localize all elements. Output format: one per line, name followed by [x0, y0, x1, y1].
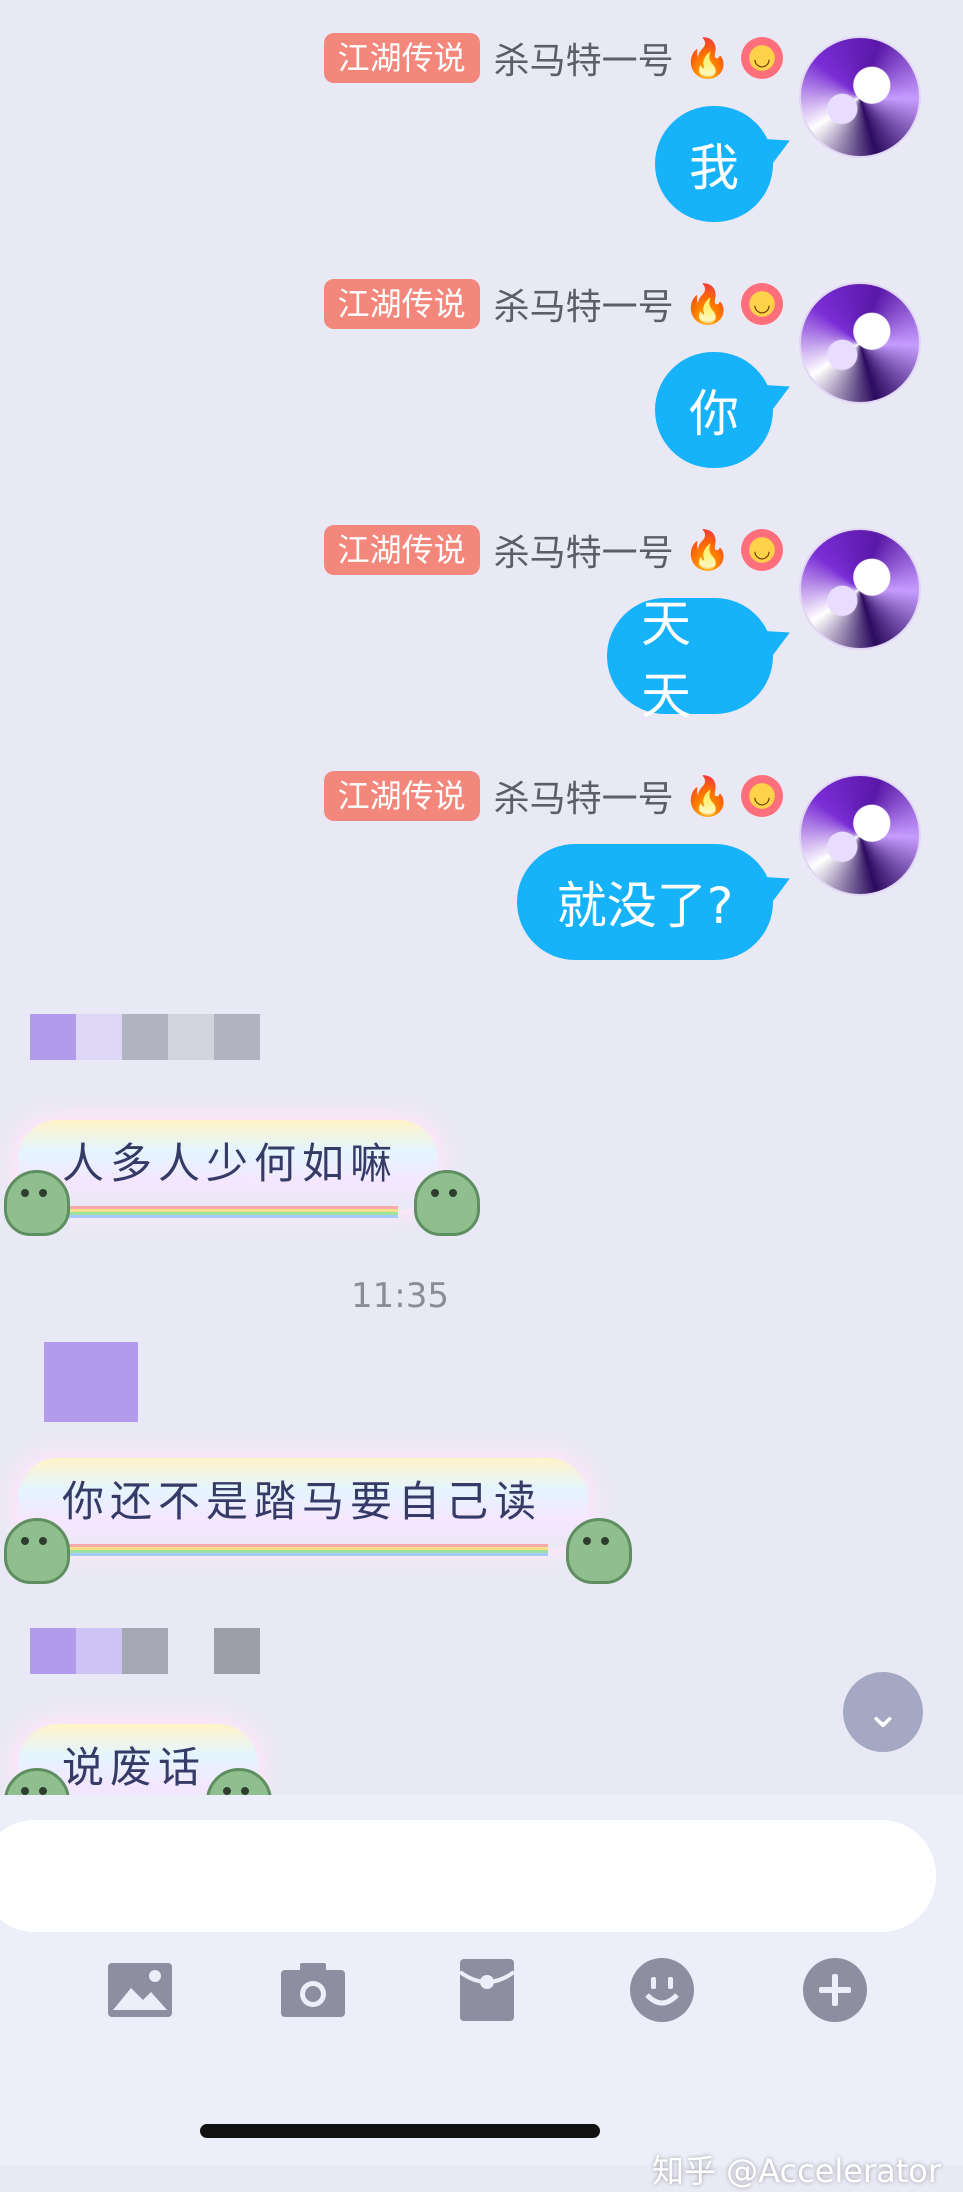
fire-icon: 🔥 — [683, 773, 731, 818]
more-button[interactable] — [800, 1955, 870, 2025]
fire-icon: 🔥 — [683, 35, 731, 80]
redacted-block — [214, 1014, 260, 1060]
sender-meta: 江湖传说 杀马特一号 🔥 ◡ — [323, 32, 783, 84]
redacted-block — [30, 1014, 76, 1060]
message-bubble[interactable]: 我 — [655, 106, 796, 222]
redacted-block — [76, 1014, 122, 1060]
avatar[interactable] — [799, 282, 921, 404]
message-input[interactable] — [0, 1820, 936, 1932]
message-text: 天天 — [641, 595, 691, 725]
bubble-tail — [760, 865, 796, 903]
camera-button[interactable] — [278, 1955, 348, 2025]
redacted-block — [168, 1014, 214, 1060]
message-text: 你 — [689, 385, 739, 443]
title-badge: 江湖传说 — [323, 525, 480, 575]
outgoing-message: 江湖传说 杀马特一号 🔥 ◡ 天天 — [0, 524, 963, 769]
sender-nickname-obscured — [30, 1628, 260, 1674]
redacted-block — [76, 1628, 122, 1674]
sender-nickname-obscured — [30, 1014, 260, 1060]
composer-toolbar — [0, 1955, 963, 2055]
watermark: 知乎 @Accelerator — [651, 2152, 941, 2190]
redacted-block — [122, 1014, 168, 1060]
rainbow-stripe — [58, 1544, 548, 1556]
outgoing-message: 江湖传说 杀马特一号 🔥 ◡ 我 — [0, 32, 963, 277]
dinosaur-sticker-icon — [4, 1170, 70, 1236]
redacted-block — [214, 1628, 260, 1674]
red-packet-button[interactable] — [452, 1955, 522, 2025]
sender-nickname: 杀马特一号 — [493, 287, 674, 328]
smiley-face-icon: ◡ — [741, 37, 783, 79]
fire-icon: 🔥 — [683, 281, 731, 326]
message-text: 你还不是踏马要自己读 — [62, 1477, 543, 1526]
dinosaur-sticker-icon — [566, 1518, 632, 1584]
bubble-tail — [760, 373, 796, 411]
dinosaur-sticker-icon — [4, 1518, 70, 1584]
fire-icon: 🔥 — [683, 527, 731, 572]
red-packet-icon — [459, 1959, 515, 2021]
avatar[interactable] — [799, 528, 921, 650]
sender-nickname: 杀马特一号 — [493, 41, 674, 82]
redacted-block — [122, 1628, 168, 1674]
redacted-block — [30, 1628, 76, 1674]
bubble-tail — [760, 127, 796, 165]
sender-meta: 江湖传说 杀马特一号 🔥 ◡ — [323, 770, 783, 822]
emoji-button[interactable] — [627, 1955, 697, 2025]
title-badge: 江湖传说 — [323, 33, 480, 83]
message-text: 人多人少何如嘛 — [62, 1139, 399, 1188]
dinosaur-sticker-icon — [414, 1170, 480, 1236]
home-indicator[interactable] — [200, 2124, 600, 2138]
smiley-face-icon: ◡ — [741, 529, 783, 571]
outgoing-message: 江湖传说 杀马特一号 🔥 ◡ 就没了? — [0, 770, 963, 1015]
outgoing-message: 江湖传说 杀马特一号 🔥 ◡ 你 — [0, 278, 963, 523]
camera-icon — [281, 1963, 345, 2017]
avatar[interactable] — [799, 774, 921, 896]
message-bubble[interactable]: 你还不是踏马要自己读 — [18, 1458, 588, 1556]
sender-meta: 江湖传说 杀马特一号 🔥 ◡ — [323, 278, 783, 330]
message-bubble[interactable]: 天天 — [607, 595, 796, 725]
composer — [0, 1795, 963, 2165]
incoming-message: 人多人少何如嘛 — [0, 1010, 963, 1236]
timestamp: 11:35 — [351, 1276, 449, 1316]
scroll-to-bottom-button[interactable]: ⌄ — [843, 1672, 923, 1752]
message-text: 说废话 — [62, 1743, 207, 1792]
sender-meta: 江湖传说 杀马特一号 🔥 ◡ — [323, 524, 783, 576]
title-badge: 江湖传说 — [323, 279, 480, 329]
avatar[interactable] — [799, 36, 921, 158]
sender-avatar-obscured — [44, 1342, 138, 1422]
bubble-tail — [760, 619, 796, 657]
message-bubble[interactable]: 就没了? — [517, 844, 796, 960]
plus-icon — [803, 1958, 867, 2022]
image-button[interactable] — [105, 1955, 175, 2025]
smiley-face-icon: ◡ — [741, 283, 783, 325]
message-text: 就没了? — [556, 877, 734, 935]
image-icon — [108, 1963, 172, 2017]
title-badge: 江湖传说 — [323, 771, 480, 821]
chevron-down-icon: ⌄ — [865, 1687, 901, 1737]
message-text: 我 — [689, 139, 739, 197]
rainbow-stripe — [58, 1206, 398, 1218]
incoming-message: 说废话 — [0, 1628, 963, 1795]
incoming-message: 你还不是踏马要自己读 — [0, 1342, 963, 1584]
redacted-block — [168, 1628, 214, 1674]
sender-nickname: 杀马特一号 — [493, 779, 674, 820]
message-bubble[interactable]: 人多人少何如嘛 — [18, 1120, 438, 1218]
sender-nickname: 杀马特一号 — [493, 533, 674, 574]
emoji-icon — [630, 1958, 694, 2022]
message-bubble[interactable]: 你 — [655, 352, 796, 468]
smiley-face-icon: ◡ — [741, 775, 783, 817]
